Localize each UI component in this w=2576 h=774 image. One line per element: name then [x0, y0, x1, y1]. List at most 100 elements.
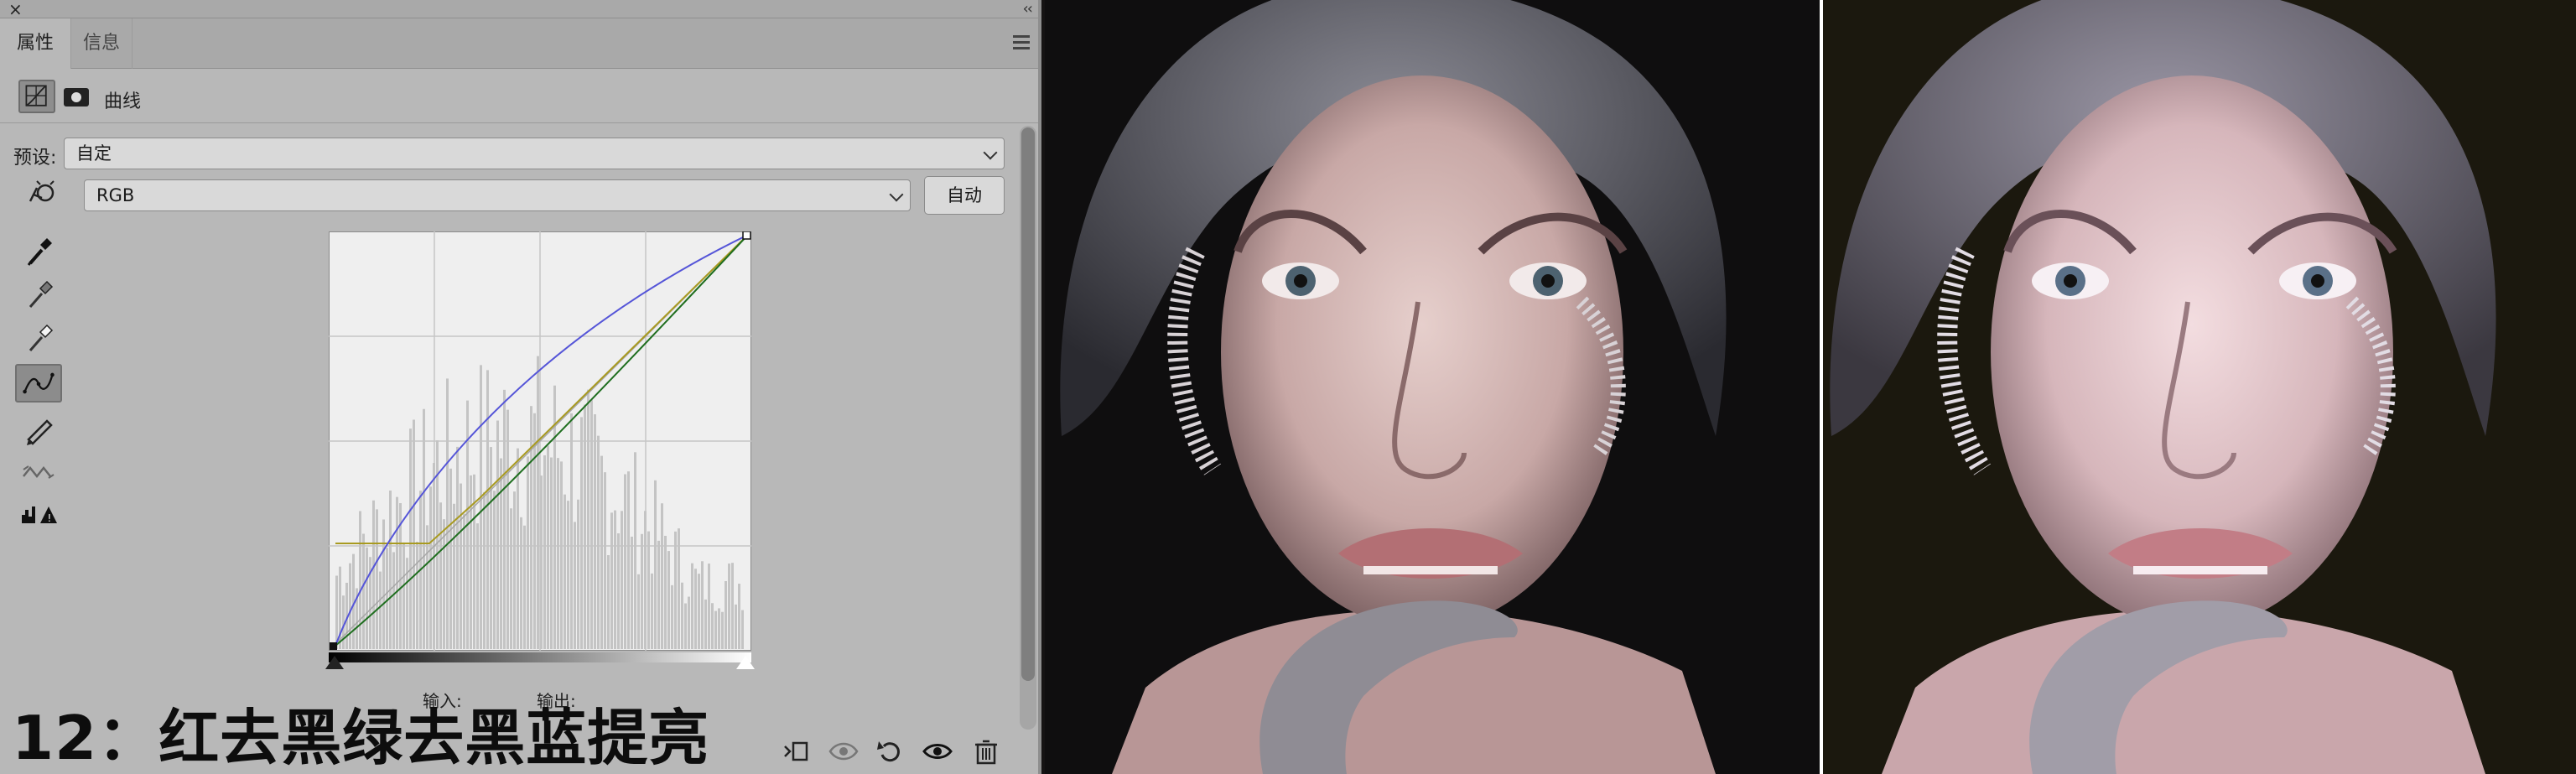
histogram-bar [527, 456, 529, 649]
histogram-bar [564, 494, 566, 649]
histogram-bar [372, 500, 375, 649]
view-previous-icon[interactable] [827, 735, 860, 768]
gray-eyedropper-icon[interactable] [15, 275, 62, 314]
histogram-bar [657, 540, 660, 649]
histogram-bar [694, 569, 697, 649]
clip-to-layer-icon[interactable] [780, 735, 813, 768]
visibility-eye-icon[interactable] [921, 735, 954, 768]
histogram-bar [409, 429, 412, 649]
histogram-bar [376, 509, 378, 649]
channel-select[interactable]: RGB [84, 179, 911, 211]
portrait-before [1045, 0, 1820, 774]
histogram-bar [490, 447, 492, 649]
histogram-bar [667, 551, 670, 649]
histogram-bar [413, 419, 415, 649]
histogram-bar [600, 455, 603, 649]
histogram-bar [392, 552, 395, 649]
histogram-bar [500, 458, 502, 649]
histogram-bar [486, 370, 489, 649]
panel-scrollbar[interactable] [1020, 126, 1036, 730]
panel-tabs: 属性 信息 [0, 18, 1038, 70]
layer-mask-icon[interactable] [64, 88, 89, 106]
input-gradient-bar [329, 652, 751, 662]
black-point-handle[interactable] [330, 642, 337, 650]
curves-graph[interactable] [329, 231, 751, 662]
black-eyedropper-icon[interactable] [15, 231, 62, 270]
histogram-bar [647, 531, 650, 649]
histogram-bar [661, 503, 663, 649]
histogram-bar [523, 525, 526, 649]
histogram-bar [362, 533, 365, 649]
histogram-bar [480, 365, 482, 649]
curves-graph-canvas[interactable] [329, 231, 751, 651]
histogram-bar [741, 610, 744, 649]
histogram-bar [476, 523, 479, 649]
histogram-bar [674, 531, 677, 649]
targeted-adjust-icon[interactable] [15, 176, 62, 215]
histogram-bar [537, 356, 539, 649]
histogram-bar [473, 474, 475, 649]
histogram-bar [580, 417, 583, 649]
collapse-icon[interactable]: ‹‹ [1023, 0, 1033, 18]
clipping-warning-icon[interactable]: ! [15, 495, 62, 533]
histogram-bar [493, 491, 496, 649]
histogram-bar [684, 603, 687, 649]
panel-title-strip: × ‹‹ [0, 0, 1038, 18]
histogram-bar [728, 564, 730, 649]
trash-icon[interactable] [969, 735, 1003, 768]
histogram-bar [550, 457, 553, 649]
histogram-bar [654, 480, 657, 649]
histogram-bar [735, 604, 737, 649]
black-input-slider[interactable] [325, 656, 344, 669]
reset-icon[interactable] [874, 735, 907, 768]
preset-label: 预设: [13, 148, 57, 169]
white-eyedropper-icon[interactable] [15, 319, 62, 357]
curves-adjustment-icon[interactable] [18, 80, 55, 113]
before-photo [1045, 0, 1820, 774]
histogram-bar [627, 471, 630, 649]
white-input-slider[interactable] [736, 656, 755, 669]
portrait-after [1823, 0, 2576, 774]
histogram-bar [439, 502, 442, 649]
tab-properties[interactable]: 属性 [0, 18, 70, 70]
histogram-bar [610, 512, 613, 649]
histogram-bar [624, 474, 626, 649]
histogram-bar [597, 435, 600, 649]
histogram-bar [574, 522, 576, 649]
curve-edit-icon[interactable] [15, 364, 62, 403]
histogram-bar [587, 389, 589, 649]
auto-button[interactable]: 自动 [924, 176, 1005, 215]
histogram-bar [446, 378, 449, 649]
properties-panel: × ‹‹ 属性 信息 曲线 预设: 自定 RGB 自动 ! 输入: 输出: 12… [0, 0, 1041, 774]
histogram-bar [704, 599, 707, 649]
histogram-bar [671, 584, 673, 649]
preset-select[interactable]: 自定 [64, 138, 1005, 169]
histogram-bar [708, 564, 710, 649]
close-icon[interactable]: × [8, 0, 23, 18]
histogram-bar [711, 603, 714, 649]
step-caption: 12：红去黑绿去黑蓝提亮 [12, 703, 710, 773]
histogram-bar [557, 458, 559, 649]
histogram-bar [560, 461, 563, 649]
histogram-bar [567, 501, 569, 649]
pencil-icon[interactable] [15, 409, 62, 448]
histogram-bar [460, 483, 462, 649]
histogram-bar [731, 563, 734, 649]
white-point-handle[interactable] [742, 231, 751, 240]
histogram-bar [547, 445, 549, 649]
histogram-bar [449, 468, 452, 649]
smooth-icon[interactable] [15, 451, 62, 490]
panel-menu-icon[interactable] [1013, 35, 1030, 50]
histogram-bar [714, 610, 717, 649]
histogram-bar [607, 555, 610, 649]
scrollbar-thumb[interactable] [1021, 127, 1035, 681]
histogram-bar [510, 508, 512, 649]
tab-info[interactable]: 信息 [70, 18, 132, 69]
histogram-bar [641, 533, 643, 649]
adjustment-header: 曲线 [0, 70, 1038, 123]
histogram-bar [637, 574, 640, 649]
histogram-bar [651, 573, 653, 649]
histogram-bar [513, 491, 516, 649]
histogram-bar [594, 414, 596, 649]
histogram-bar [664, 535, 667, 649]
